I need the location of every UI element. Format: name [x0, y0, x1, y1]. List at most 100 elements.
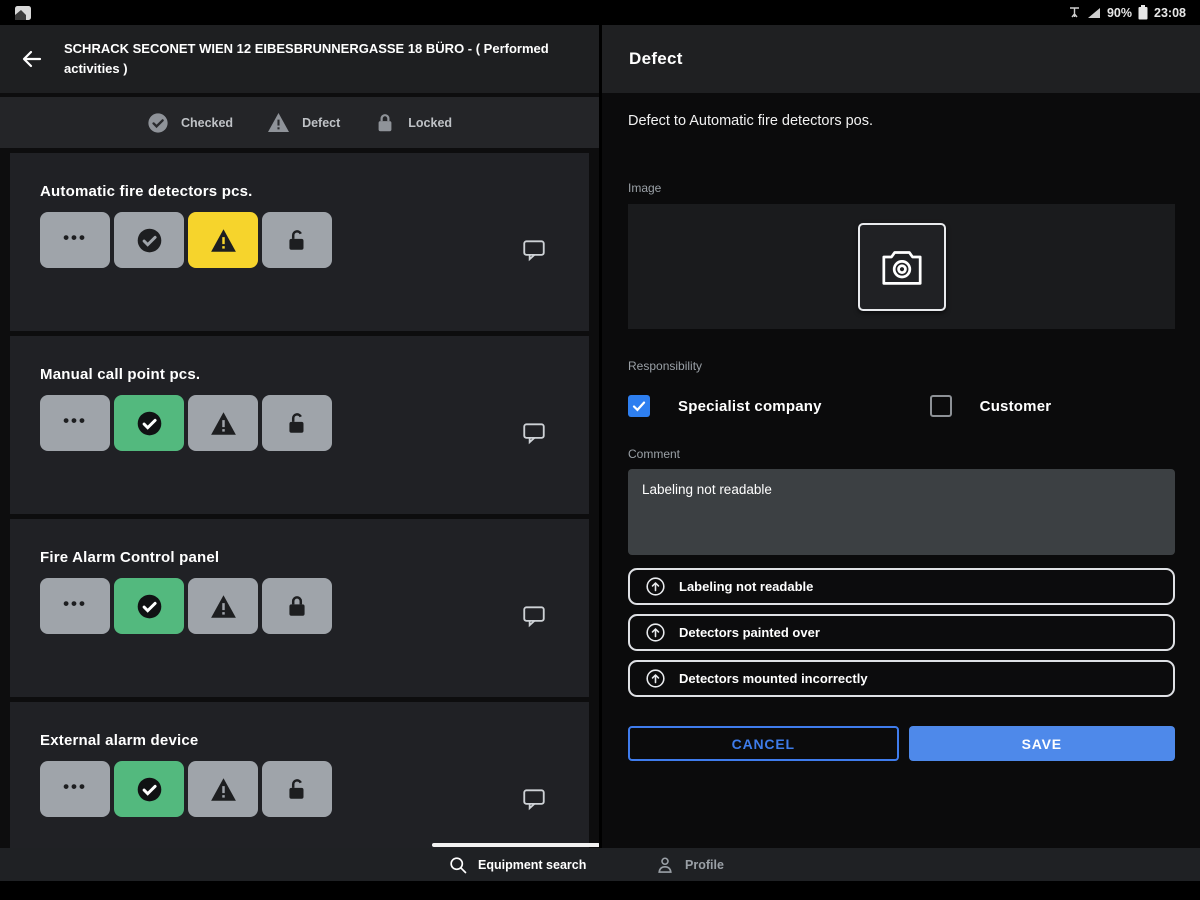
warning-triangle-icon — [210, 777, 237, 802]
checked-status-button[interactable] — [114, 212, 184, 268]
locked-legend-icon — [374, 111, 396, 135]
ellipsis-icon: ••• — [63, 229, 87, 252]
screenshot-notification-icon — [14, 5, 32, 21]
warning-triangle-icon — [210, 594, 237, 619]
suggestion-labeling-not-readable[interactable]: Labeling not readable — [628, 568, 1175, 605]
clock-time: 23:08 — [1154, 6, 1186, 20]
suggestion-detectors-mounted-incorrectly[interactable]: Detectors mounted incorrectly — [628, 660, 1175, 697]
checked-status-button-active[interactable] — [114, 578, 184, 634]
search-icon — [448, 855, 468, 875]
comment-button[interactable] — [521, 603, 549, 631]
left-header: SCHRACK SECONET WIEN 12 EIBESBRUNNERGASS… — [0, 25, 599, 93]
check-circle-icon — [136, 227, 163, 254]
bottom-black-strip — [0, 881, 1200, 900]
defect-header: Defect — [602, 25, 1200, 93]
defect-status-button-active[interactable] — [188, 212, 258, 268]
defect-subtitle: Defect to Automatic fire detectors pos. — [628, 113, 1175, 129]
more-options-button[interactable]: ••• — [40, 761, 110, 817]
status-button-row: ••• — [10, 749, 589, 817]
specialist-company-label: Specialist company — [678, 398, 822, 415]
nav-equipment-search[interactable]: Equipment search — [448, 848, 586, 881]
customer-label: Customer — [980, 398, 1052, 415]
customer-checkbox[interactable] — [930, 395, 952, 417]
defect-status-button[interactable] — [188, 578, 258, 634]
legend-defect: Defect — [267, 112, 340, 133]
checked-status-button-active[interactable] — [114, 761, 184, 817]
comment-button[interactable] — [521, 237, 549, 265]
more-options-button[interactable]: ••• — [40, 212, 110, 268]
warning-triangle-icon — [210, 228, 237, 253]
equipment-card-automatic-fire-detectors: Automatic fire detectors pcs. ••• — [10, 153, 589, 331]
status-button-row: ••• — [10, 383, 589, 451]
equipment-name: Manual call point pcs. — [10, 336, 589, 383]
specialist-company-checkbox[interactable] — [628, 395, 650, 417]
legend-locked: Locked — [374, 111, 452, 135]
status-bar: 90% 23:08 — [0, 0, 1200, 25]
take-photo-button[interactable] — [858, 223, 946, 311]
lock-open-icon — [284, 409, 310, 437]
lock-status-button[interactable] — [262, 578, 332, 634]
comment-input[interactable]: Labeling not readable — [628, 469, 1175, 555]
status-button-row: ••• — [10, 200, 589, 268]
nav-profile[interactable]: Profile — [655, 848, 724, 881]
insert-arrow-icon — [645, 668, 666, 689]
insert-arrow-icon — [645, 622, 666, 643]
suggestion-label: Labeling not readable — [679, 579, 813, 594]
status-legend: Checked Defect Locked — [0, 97, 599, 148]
checkbox-check-icon — [631, 398, 647, 414]
equipment-card-fire-alarm-control-panel: Fire Alarm Control panel ••• — [10, 519, 589, 697]
battery-icon — [1138, 5, 1148, 20]
profile-icon — [655, 855, 675, 875]
suggestion-label: Detectors mounted incorrectly — [679, 671, 868, 686]
cancel-button[interactable]: CANCEL — [628, 726, 899, 761]
responsibility-label: Responsibility — [628, 359, 1175, 373]
legend-checked: Checked — [147, 112, 233, 134]
lock-open-icon — [284, 775, 310, 803]
defect-title: Defect — [629, 49, 683, 69]
scroll-indicator[interactable] — [432, 843, 599, 847]
defect-legend-icon — [267, 112, 290, 133]
defect-form: Defect to Automatic fire detectors pos. … — [602, 113, 1200, 761]
warning-triangle-icon — [210, 411, 237, 436]
status-button-row: ••• — [10, 566, 589, 634]
back-button[interactable] — [18, 45, 46, 73]
page-title: SCHRACK SECONET WIEN 12 EIBESBRUNNERGASS… — [64, 39, 569, 79]
comment-button[interactable] — [521, 786, 549, 814]
responsibility-options: Specialist company Customer — [628, 395, 1175, 417]
ellipsis-icon: ••• — [63, 595, 87, 618]
lock-status-button[interactable] — [262, 761, 332, 817]
legend-checked-label: Checked — [181, 116, 233, 130]
legend-locked-label: Locked — [408, 116, 452, 130]
ellipsis-icon: ••• — [63, 778, 87, 801]
lock-status-button[interactable] — [262, 395, 332, 451]
lock-status-button[interactable] — [262, 212, 332, 268]
equipment-name: External alarm device — [10, 702, 589, 749]
suggestion-label: Detectors painted over — [679, 625, 820, 640]
signal-icon — [1087, 7, 1101, 19]
insert-arrow-icon — [645, 576, 666, 597]
comment-button[interactable] — [521, 420, 549, 448]
lock-closed-icon — [284, 592, 310, 620]
check-circle-icon — [136, 776, 163, 803]
equipment-list-pane: SCHRACK SECONET WIEN 12 EIBESBRUNNERGASS… — [0, 25, 599, 848]
checked-status-button-active[interactable] — [114, 395, 184, 451]
checked-legend-icon — [147, 112, 169, 134]
status-indicators: 90% 23:08 — [1068, 5, 1186, 20]
more-options-button[interactable]: ••• — [40, 395, 110, 451]
ellipsis-icon: ••• — [63, 412, 87, 435]
suggestion-detectors-painted-over[interactable]: Detectors painted over — [628, 614, 1175, 651]
save-button[interactable]: SAVE — [909, 726, 1176, 761]
defect-status-button[interactable] — [188, 761, 258, 817]
customer-option: Customer — [930, 395, 1052, 417]
defect-detail-pane: Defect Defect to Automatic fire detector… — [602, 25, 1200, 848]
equipment-name: Automatic fire detectors pcs. — [10, 153, 589, 200]
check-circle-icon — [136, 593, 163, 620]
comment-suggestions: Labeling not readable Detectors painted … — [628, 568, 1175, 697]
app-screen: 90% 23:08 SCHRACK SECONET WIEN 12 EIBESB… — [0, 0, 1200, 900]
defect-status-button[interactable] — [188, 395, 258, 451]
equipment-card-external-alarm-device: External alarm device ••• — [10, 702, 589, 848]
comment-label: Comment — [628, 447, 1175, 461]
network-icon — [1068, 6, 1081, 19]
more-options-button[interactable]: ••• — [40, 578, 110, 634]
legend-defect-label: Defect — [302, 116, 340, 130]
